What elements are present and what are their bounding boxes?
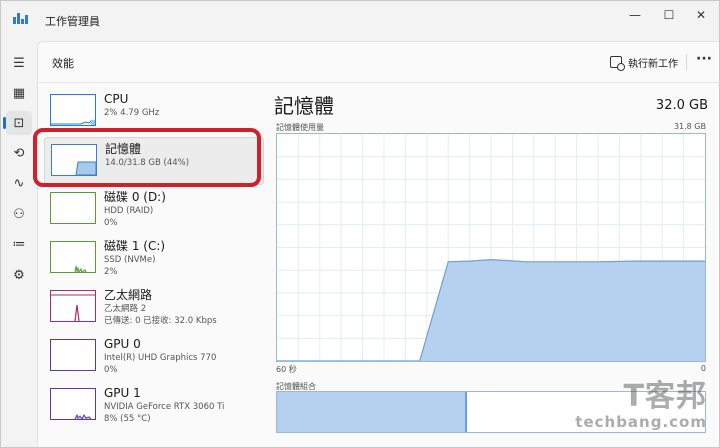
left-navigation: ☰ ▦ ⊡ ⟲ ∿ ⚇ ≔ ⚙ <box>1 39 37 447</box>
resource-detail: NVIDIA GeForce RTX 3060 Ti <box>104 402 225 412</box>
hamburger-menu-icon[interactable]: ☰ <box>6 51 32 75</box>
resource-usage: 0% <box>104 218 118 228</box>
header-divider <box>38 82 720 83</box>
processes-icon[interactable]: ▦ <box>6 81 32 105</box>
axis-end-label: 0 <box>700 364 706 373</box>
gpu0-thumbnail-graph <box>50 339 96 371</box>
services-icon[interactable]: ⚙ <box>6 263 32 287</box>
window-title: 工作管理員 <box>45 15 100 28</box>
resource-name: 磁碟 0 (D:) <box>104 190 166 204</box>
resource-item-ethernet[interactable]: 乙太網路 乙太網路 2 已傳送: 0 已接收: 32.0 Kbps <box>44 284 264 332</box>
axis-start-label: 60 秒 <box>276 365 297 374</box>
resource-usage: 0% <box>104 365 118 375</box>
task-manager-window: 工作管理員 — ☐ ✕ ☰ ▦ ⊡ ⟲ ∿ ⚇ ≔ ⚙ 效能 執行新工作 ··· <box>0 0 720 448</box>
resource-name: GPU 1 <box>104 386 141 400</box>
gpu1-thumbnail-graph <box>50 388 96 420</box>
memory-usage-chart <box>277 134 705 361</box>
resource-name: GPU 0 <box>104 337 141 351</box>
maximize-button[interactable]: ☐ <box>651 5 687 25</box>
more-options-button[interactable]: ··· <box>694 50 714 70</box>
memory-thumbnail-graph <box>51 144 97 176</box>
resource-name: 磁碟 1 (C:) <box>104 239 166 253</box>
history-icon[interactable]: ⟲ <box>6 141 32 165</box>
resource-item-cpu[interactable]: CPU 2% 4.79 GHz <box>44 88 264 136</box>
minimize-button[interactable]: — <box>617 5 653 25</box>
detail-title: 記憶體 <box>274 94 334 118</box>
resource-detail: 2% 4.79 GHz <box>104 108 160 118</box>
ethernet-thumbnail-graph <box>50 290 96 322</box>
memory-composition-bar <box>276 391 706 433</box>
page-title: 效能 <box>52 57 74 70</box>
resource-usage: 已傳送: 0 已接收: 32.0 Kbps <box>104 316 217 326</box>
resource-item-disk-1[interactable]: 磁碟 1 (C:) SSD (NVMe) 2% <box>44 235 264 283</box>
resource-list: CPU 2% 4.79 GHz 記憶體 14.0/31.8 GB (44%) 磁… <box>44 86 270 448</box>
memory-usage-label: 記憶體使用量 <box>276 123 324 132</box>
resource-usage: 8% (55 °C) <box>104 414 151 424</box>
disk0-thumbnail-graph <box>50 192 96 224</box>
memory-in-use-segment <box>277 392 466 432</box>
run-new-task-label: 執行新工作 <box>628 58 678 70</box>
run-task-icon <box>610 56 625 71</box>
resource-name: 記憶體 <box>105 142 142 156</box>
startup-icon[interactable]: ∿ <box>6 171 32 195</box>
memory-usage-max: 31.8 GB <box>673 122 706 131</box>
memory-usage-graph <box>276 133 706 362</box>
resource-usage: 2% <box>104 267 118 277</box>
memory-detail-panel: 記憶體 32.0 GB 記憶體使用量 31.8 GB 60 秒 0 記憶體組合 <box>274 86 720 448</box>
performance-page: 效能 執行新工作 ··· CPU 2% 4.79 GHz 記憶體 14.0/31… <box>37 41 720 448</box>
resource-detail: HDD (RAID) <box>104 206 154 216</box>
memory-composition-divider <box>465 392 468 432</box>
run-new-task-button[interactable]: 執行新工作 <box>610 52 678 72</box>
task-manager-app-icon <box>13 12 28 24</box>
resource-item-gpu-0[interactable]: GPU 0 Intel(R) UHD Graphics 770 0% <box>44 333 264 381</box>
title-bar: 工作管理員 — ☐ ✕ <box>1 1 719 39</box>
disk1-thumbnail-graph <box>50 241 96 273</box>
close-button[interactable]: ✕ <box>683 5 719 25</box>
resource-detail: 乙太網路 2 <box>104 304 147 314</box>
users-icon[interactable]: ⚇ <box>6 202 32 226</box>
cpu-thumbnail-graph <box>50 94 96 126</box>
resource-name: 乙太網路 <box>104 288 153 302</box>
resource-item-gpu-1[interactable]: GPU 1 NVIDIA GeForce RTX 3060 Ti 8% (55 … <box>44 382 264 430</box>
resource-detail: Intel(R) UHD Graphics 770 <box>104 353 217 363</box>
toolbar-separator <box>686 54 687 70</box>
performance-icon[interactable]: ⊡ <box>3 111 32 135</box>
memory-total: 32.0 GB <box>655 98 708 113</box>
resource-name: CPU <box>104 92 129 106</box>
resource-detail: 14.0/31.8 GB (44%) <box>105 158 190 168</box>
resource-detail: SSD (NVMe) <box>104 255 156 265</box>
details-icon[interactable]: ≔ <box>6 232 32 256</box>
resource-item-memory[interactable]: 記憶體 14.0/31.8 GB (44%) <box>44 137 264 185</box>
resource-item-disk-0[interactable]: 磁碟 0 (D:) HDD (RAID) 0% <box>44 186 264 234</box>
